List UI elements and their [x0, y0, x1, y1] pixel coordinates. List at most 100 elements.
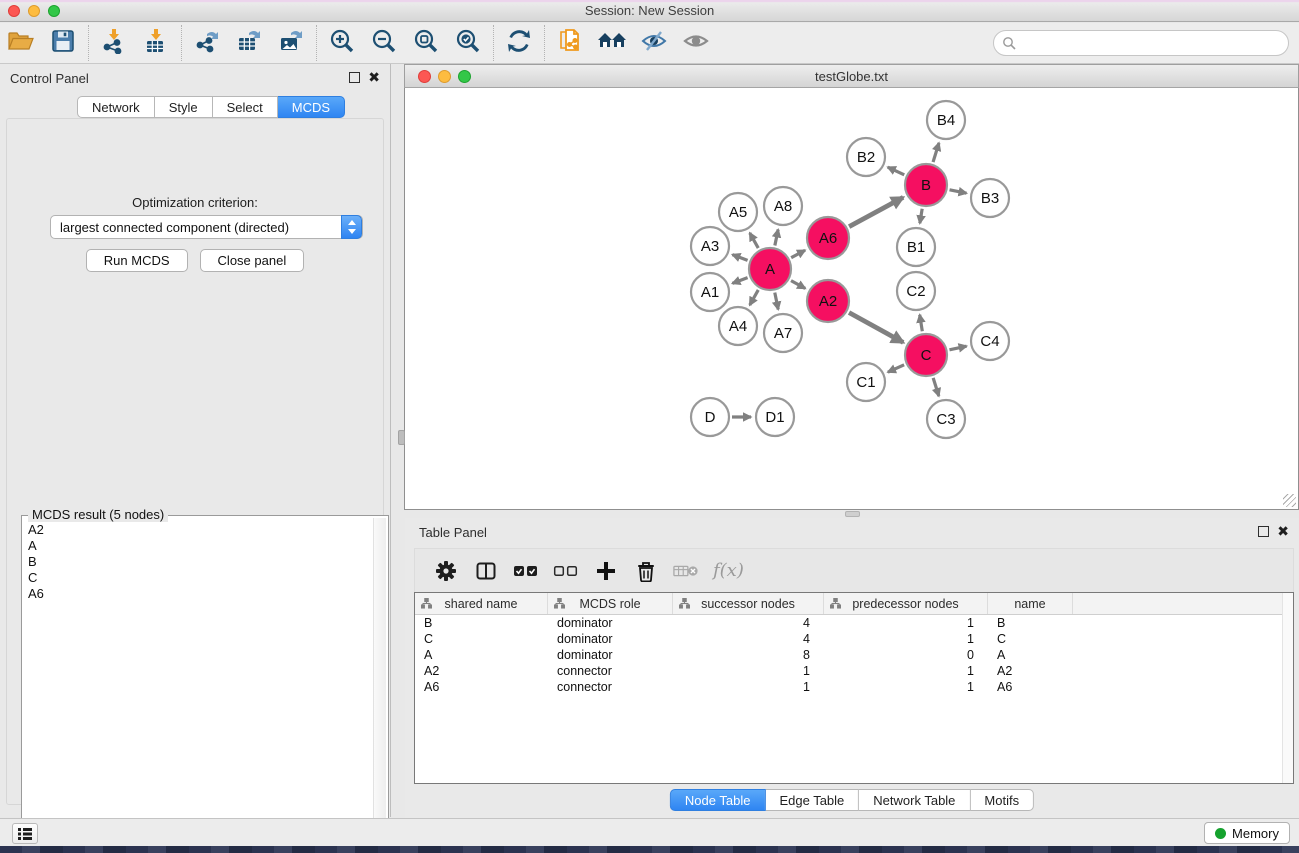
table-cell[interactable]: dominator: [548, 631, 673, 647]
edge-B-B3[interactable]: [950, 190, 967, 193]
horizontal-splitter-handle[interactable]: [845, 511, 860, 517]
zoom-in-button[interactable]: [321, 25, 363, 61]
table-cell[interactable]: C: [415, 631, 548, 647]
tab-node-table[interactable]: Node Table: [670, 789, 766, 811]
network-window-titlebar[interactable]: testGlobe.txt: [404, 64, 1299, 88]
table-cell[interactable]: 0: [824, 647, 988, 663]
table-cell[interactable]: 8: [673, 647, 824, 663]
refresh-button[interactable]: [498, 25, 540, 61]
vertical-splitter-handle[interactable]: [398, 430, 405, 445]
mcds-result-list[interactable]: A2ABCA6: [24, 522, 372, 850]
tab-select[interactable]: Select: [213, 96, 278, 118]
edge-B-B1[interactable]: [920, 209, 922, 224]
save-session-button[interactable]: [42, 25, 84, 61]
zoom-selected-button[interactable]: [447, 25, 489, 61]
zoom-out-button[interactable]: [363, 25, 405, 61]
export-network-button[interactable]: [186, 25, 228, 61]
column-header-MCDS-role[interactable]: MCDS role: [548, 593, 673, 614]
column-header-name[interactable]: name: [988, 593, 1073, 614]
table-cell[interactable]: A6: [988, 679, 1073, 695]
table-cell[interactable]: B: [988, 615, 1073, 631]
edge-A-A3[interactable]: [732, 255, 747, 261]
export-image-button[interactable]: [270, 25, 312, 61]
mcds-result-item[interactable]: C: [24, 570, 372, 586]
export-table-button[interactable]: [228, 25, 270, 61]
deselect-all-icon[interactable]: [553, 558, 579, 584]
edge-A-A1[interactable]: [732, 278, 747, 284]
edge-A-A5[interactable]: [750, 233, 759, 248]
column-header-predecessor-nodes[interactable]: predecessor nodes: [824, 593, 988, 614]
delete-icon[interactable]: [633, 558, 659, 584]
select-all-icon[interactable]: [513, 558, 539, 584]
table-cell[interactable]: connector: [548, 663, 673, 679]
table-cell[interactable]: 1: [673, 679, 824, 695]
column-header-shared-name[interactable]: shared name: [415, 593, 548, 614]
table-cell[interactable]: 1: [824, 615, 988, 631]
edge-C-C3[interactable]: [933, 378, 939, 396]
tab-edge-table[interactable]: Edge Table: [765, 789, 859, 811]
node-table[interactable]: shared nameMCDS rolesuccessor nodesprede…: [414, 592, 1294, 784]
tab-mcds[interactable]: MCDS: [278, 96, 345, 118]
gear-icon[interactable]: [433, 558, 459, 584]
edge-B-B2[interactable]: [888, 167, 905, 175]
import-table-button[interactable]: [135, 25, 177, 61]
table-row[interactable]: A6connector11A6: [415, 679, 1293, 695]
table-cell[interactable]: 1: [824, 631, 988, 647]
search-field[interactable]: [993, 30, 1289, 56]
close-panel-button[interactable]: Close panel: [200, 249, 305, 272]
table-cell[interactable]: C: [988, 631, 1073, 647]
edge-A-A7[interactable]: [775, 293, 778, 310]
table-cell[interactable]: 1: [673, 663, 824, 679]
edge-B-B4[interactable]: [933, 143, 939, 162]
window-resize-grip[interactable]: [1283, 494, 1296, 507]
edge-A-A6[interactable]: [791, 250, 805, 257]
table-row[interactable]: Cdominator41C: [415, 631, 1293, 647]
network-graph[interactable]: AA1A3A4A5A7A8A6A2BB1B2B3B4CC1C2C3C4DD1: [405, 88, 1298, 509]
import-network-button[interactable]: [93, 25, 135, 61]
edge-A6-B[interactable]: [849, 197, 903, 226]
edge-C-C1[interactable]: [888, 365, 904, 372]
mcds-list-scrollbar[interactable]: [373, 518, 386, 850]
table-cell[interactable]: 1: [824, 663, 988, 679]
split-columns-icon[interactable]: [473, 558, 499, 584]
clone-network-button[interactable]: [549, 25, 591, 61]
table-cell[interactable]: dominator: [548, 647, 673, 663]
edge-C-C4[interactable]: [949, 346, 966, 350]
table-cell[interactable]: 4: [673, 631, 824, 647]
table-cell[interactable]: dominator: [548, 615, 673, 631]
edge-A-A2[interactable]: [791, 281, 805, 289]
table-float-panel-icon[interactable]: [1258, 526, 1269, 537]
tab-style[interactable]: Style: [155, 96, 213, 118]
search-input[interactable]: [1017, 33, 1288, 53]
table-close-panel-icon[interactable]: ✖: [1277, 523, 1289, 540]
memory-button[interactable]: Memory: [1204, 822, 1290, 844]
mcds-result-item[interactable]: B: [24, 554, 372, 570]
run-mcds-button[interactable]: Run MCDS: [86, 249, 188, 272]
edge-C-C2[interactable]: [920, 315, 923, 332]
houses-button[interactable]: [591, 25, 633, 61]
eye-button[interactable]: [675, 25, 717, 61]
table-cell[interactable]: connector: [548, 679, 673, 695]
table-cell[interactable]: A2: [415, 663, 548, 679]
edge-A-A4[interactable]: [750, 290, 759, 305]
table-scrollbar[interactable]: [1282, 593, 1293, 783]
tab-network-table[interactable]: Network Table: [859, 789, 970, 811]
table-cell[interactable]: 4: [673, 615, 824, 631]
table-cell[interactable]: A: [415, 647, 548, 663]
table-row[interactable]: Adominator80A: [415, 647, 1293, 663]
open-session-button[interactable]: [0, 25, 42, 61]
table-cell[interactable]: B: [415, 615, 548, 631]
add-column-icon[interactable]: [593, 558, 619, 584]
network-canvas[interactable]: AA1A3A4A5A7A8A6A2BB1B2B3B4CC1C2C3C4DD1: [404, 88, 1299, 510]
mcds-result-item[interactable]: A: [24, 538, 372, 554]
mcds-result-item[interactable]: A6: [24, 586, 372, 602]
table-cell[interactable]: 1: [824, 679, 988, 695]
task-history-button[interactable]: [12, 823, 38, 844]
table-row[interactable]: Bdominator41B: [415, 615, 1293, 631]
eye-slash-button[interactable]: [633, 25, 675, 61]
table-cell[interactable]: A: [988, 647, 1073, 663]
edge-A-A8[interactable]: [775, 230, 778, 246]
column-header-successor-nodes[interactable]: successor nodes: [673, 593, 824, 614]
mcds-result-item[interactable]: A2: [24, 522, 372, 538]
close-panel-icon[interactable]: ✖: [368, 69, 380, 86]
